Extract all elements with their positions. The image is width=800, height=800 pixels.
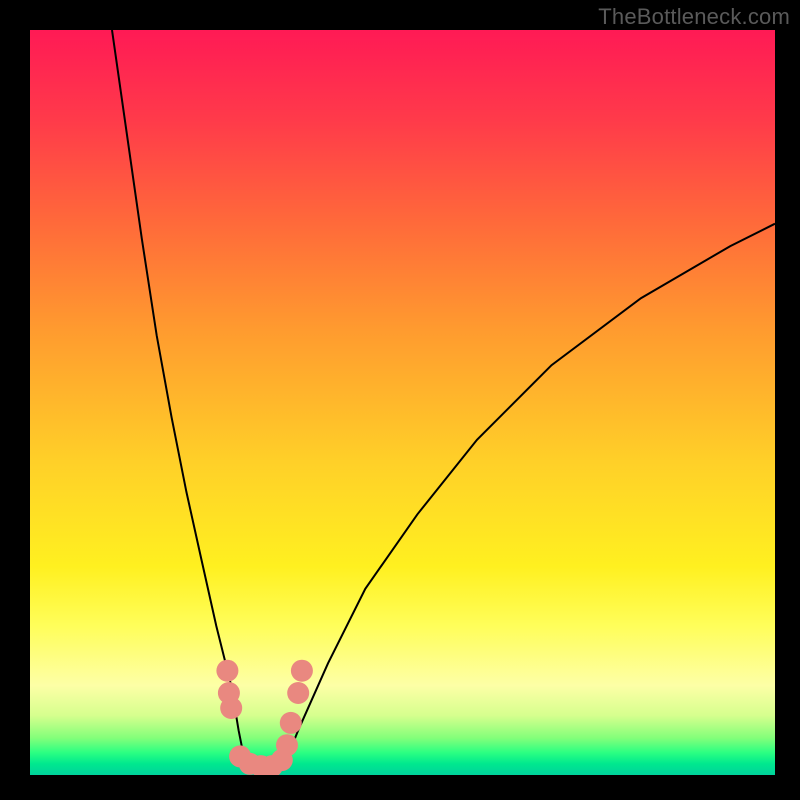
plot-area: [30, 30, 775, 775]
marker-dot: [216, 660, 238, 682]
chart-container: TheBottleneck.com: [0, 0, 800, 800]
plot-svg: [30, 30, 775, 775]
marker-dot: [280, 712, 302, 734]
marker-dot: [220, 697, 242, 719]
marker-group: [216, 660, 313, 775]
marker-dot: [276, 734, 298, 756]
curve-group: [112, 30, 775, 768]
curve-right-branch: [283, 224, 775, 768]
watermark-text: TheBottleneck.com: [598, 4, 790, 30]
curve-left-branch: [112, 30, 246, 768]
marker-dot: [291, 660, 313, 682]
marker-dot: [287, 682, 309, 704]
